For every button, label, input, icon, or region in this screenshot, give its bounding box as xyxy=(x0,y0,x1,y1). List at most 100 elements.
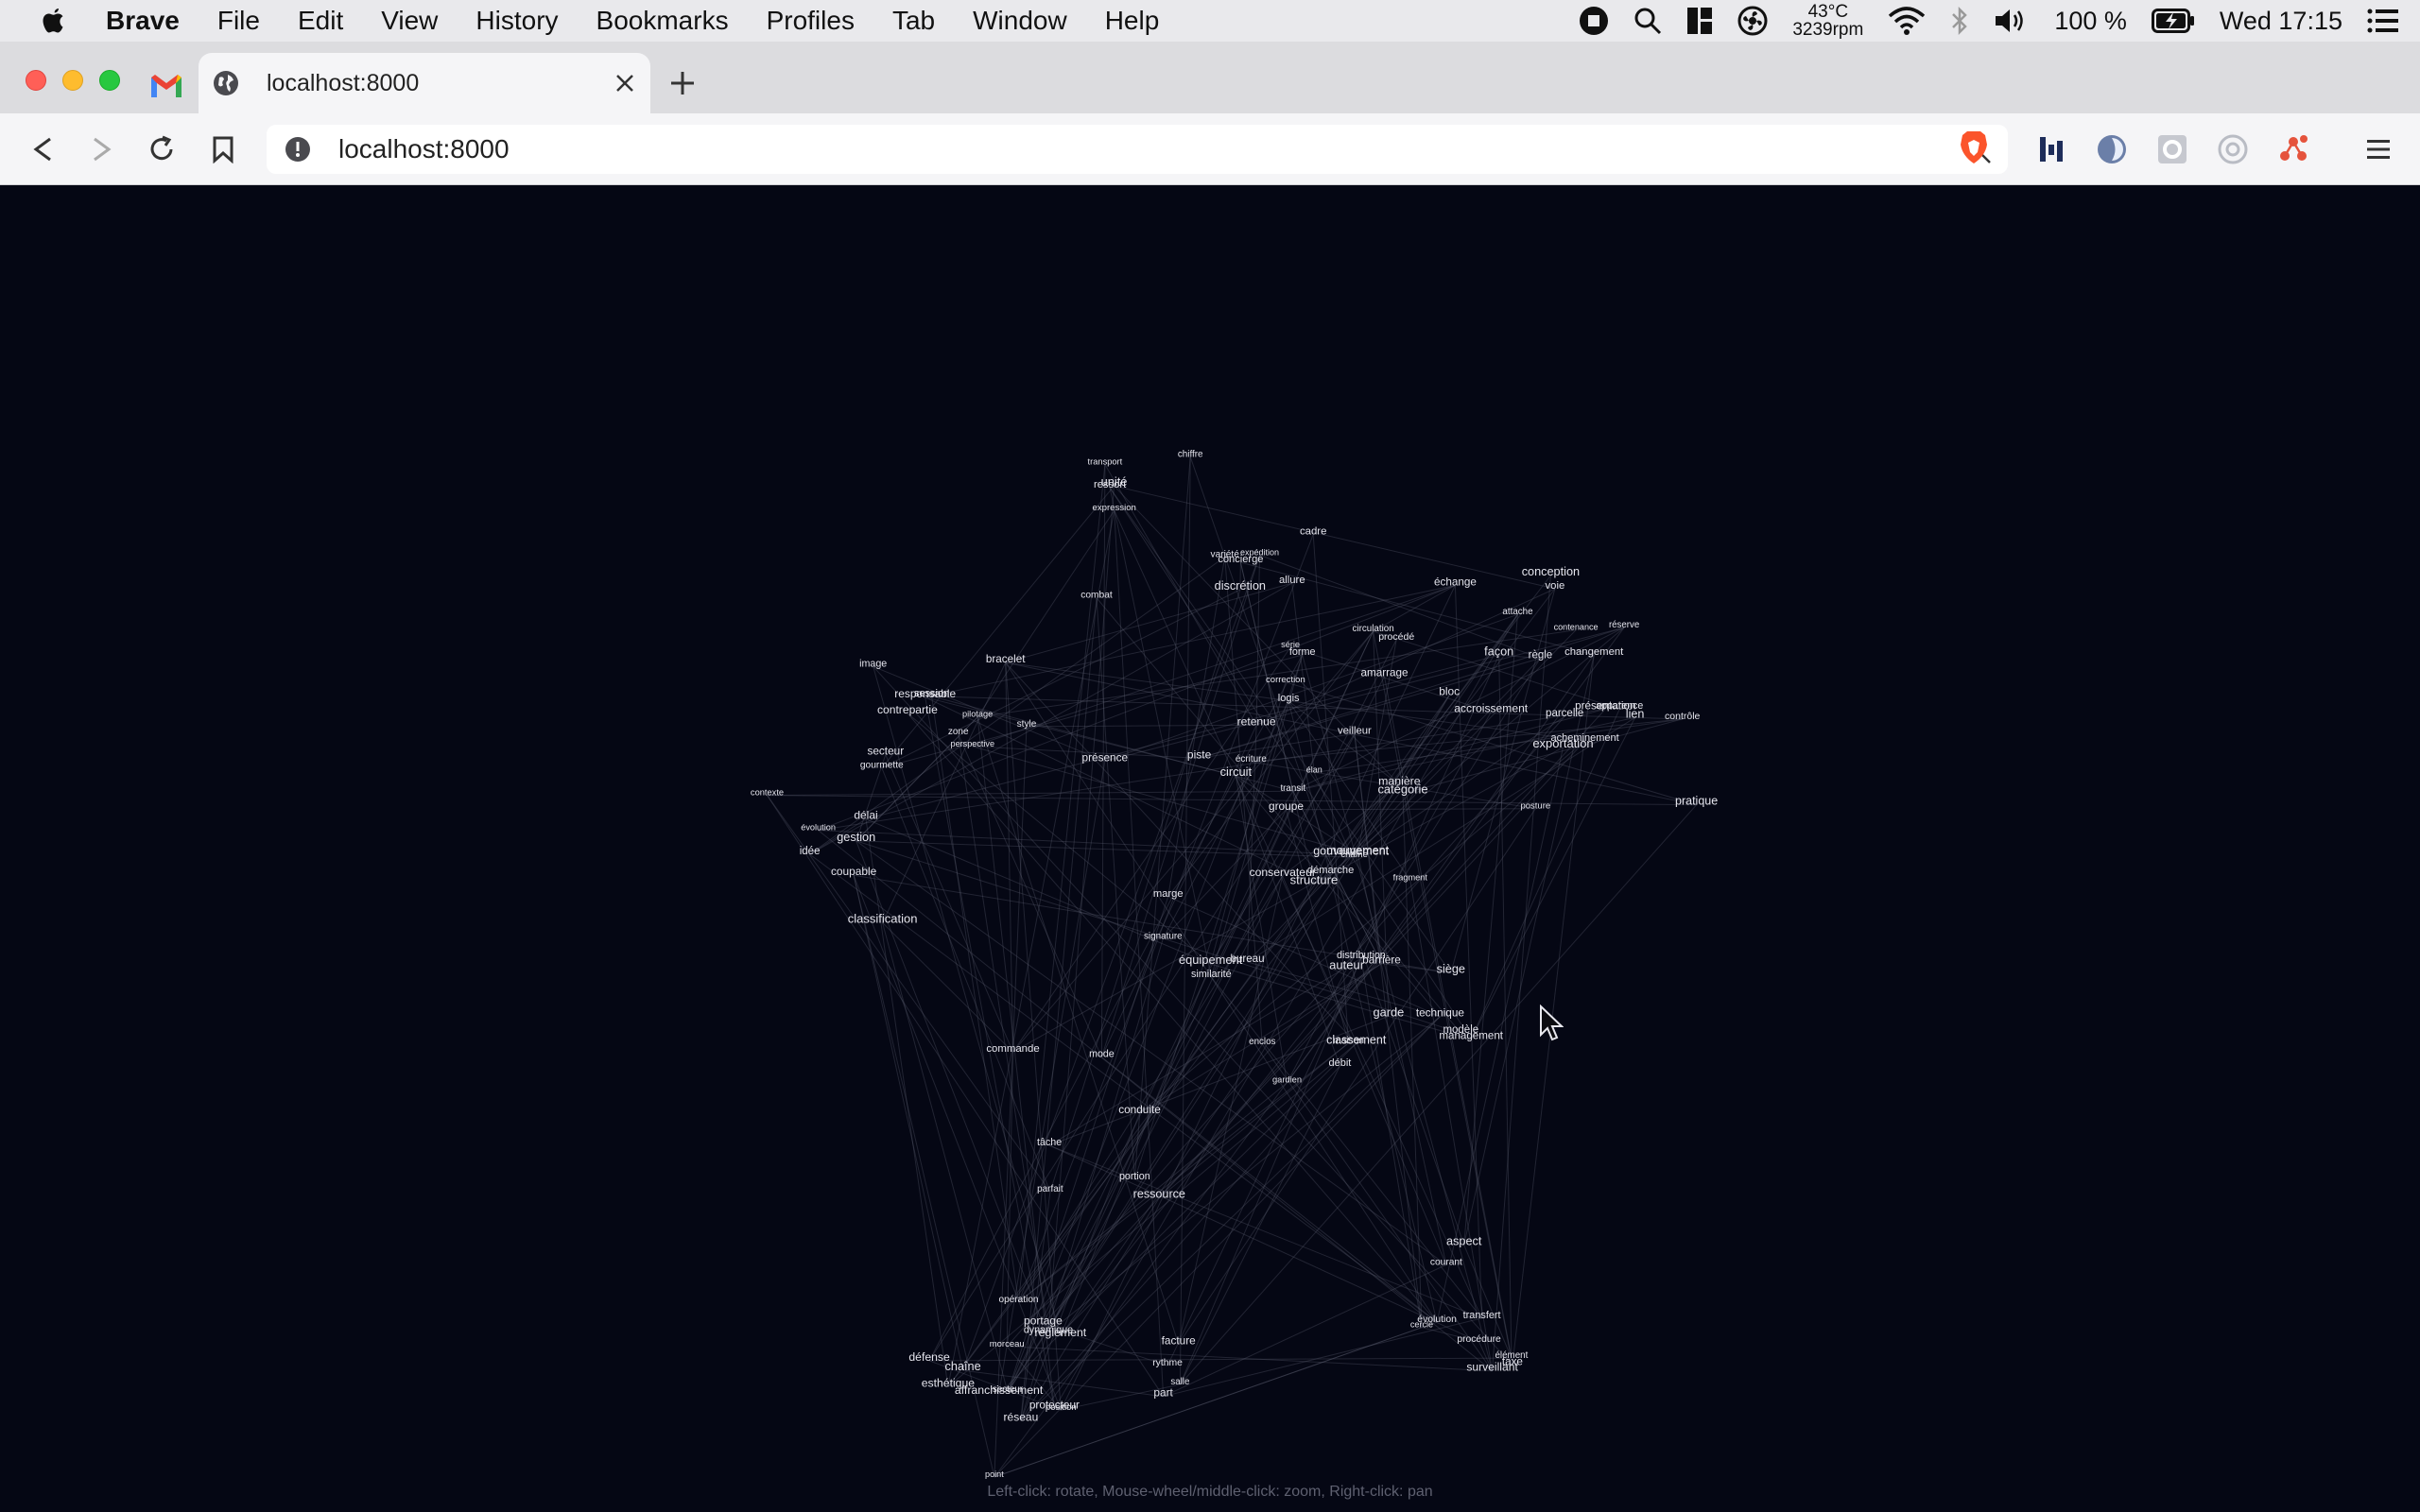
graph-node-label: cercle xyxy=(1410,1320,1433,1330)
graph-node-label: élan xyxy=(1306,765,1322,775)
graph-node-label: pilotage xyxy=(962,710,993,719)
graph-node-label: siège xyxy=(1437,963,1465,976)
graph-node-label: transport xyxy=(1088,457,1123,467)
back-button[interactable] xyxy=(24,130,61,168)
graph-edge xyxy=(1163,1317,1482,1398)
menu-file[interactable]: File xyxy=(217,6,260,36)
extension-wheel-icon[interactable] xyxy=(2214,130,2252,168)
address-bar[interactable]: localhost:8000 xyxy=(267,125,2008,174)
graph-edge xyxy=(1047,676,1385,1333)
status-area: 43°C 3239rpm 100 % Wed 17:15 xyxy=(1579,0,2399,42)
url-text[interactable]: localhost:8000 xyxy=(338,134,1961,164)
spotlight-search-icon[interactable] xyxy=(1634,7,1662,35)
graph-node-label: correction xyxy=(1266,675,1305,685)
graph-node-label: allure xyxy=(1279,575,1305,586)
graph-node-label: marge xyxy=(1153,888,1184,900)
apple-icon[interactable] xyxy=(40,5,68,37)
graph-node-label: parfait xyxy=(1037,1184,1063,1194)
fan-icon[interactable] xyxy=(1737,6,1768,36)
menu-edit[interactable]: Edit xyxy=(298,6,343,36)
wifi-icon[interactable] xyxy=(1888,7,1926,35)
graph-node-label: discrétion xyxy=(1215,579,1266,593)
graph-node-label: facture xyxy=(1162,1334,1197,1348)
graph-edge xyxy=(881,485,1115,768)
graph-nodes: combat logis piste règle contrôle pilotage ges… xyxy=(751,449,1718,1479)
graph-node-label: présence xyxy=(1082,751,1129,765)
menu-help[interactable]: Help xyxy=(1105,6,1160,36)
menu-tab[interactable]: Tab xyxy=(892,6,935,36)
battery-percent[interactable]: 100 % xyxy=(2054,7,2127,36)
graph-node-label: fragment xyxy=(1393,873,1428,883)
window-manager-icon[interactable] xyxy=(1686,7,1713,35)
graph-node-label: coupable xyxy=(831,865,877,878)
graph-node-label: catégorie xyxy=(1377,782,1427,797)
graph-node-label: cadre xyxy=(1300,526,1327,538)
graph-edge xyxy=(1261,1043,1494,1371)
graph-node-label: attache xyxy=(1502,607,1533,617)
menu-bookmarks[interactable]: Bookmarks xyxy=(596,6,729,36)
extension-bars-icon[interactable] xyxy=(2032,130,2070,168)
graph-node-label: lien xyxy=(1626,707,1645,720)
menu-app-name[interactable]: Brave xyxy=(106,6,180,36)
graph-node-label: protecteur xyxy=(1029,1399,1080,1412)
graph-node-label: chiffre xyxy=(1178,449,1203,459)
graph-node-label: point xyxy=(985,1469,1004,1479)
page-viewport[interactable]: combat logis piste règle contrôle pilotage ges… xyxy=(0,186,2420,1512)
graph-edge xyxy=(1286,808,1536,811)
forward-button[interactable] xyxy=(83,130,121,168)
graph-node-label: idée xyxy=(800,846,821,857)
window-minimize-button[interactable] xyxy=(62,70,83,91)
brave-shields-icon[interactable] xyxy=(1955,129,1993,166)
graph-node-label: voie xyxy=(1546,580,1565,592)
bluetooth-icon[interactable] xyxy=(1950,6,1969,36)
graph-edge xyxy=(1167,557,1226,897)
volume-icon[interactable] xyxy=(1994,7,2030,35)
graph-node-label: rythme xyxy=(1152,1358,1183,1368)
tab-localhost[interactable]: localhost:8000 xyxy=(199,53,650,113)
graph-node-label: pratique xyxy=(1675,795,1718,808)
site-info-icon[interactable] xyxy=(284,135,312,163)
graph-edge xyxy=(1114,485,1400,785)
menu-history[interactable]: History xyxy=(475,6,558,36)
graph-node-label: similarité xyxy=(1191,969,1232,980)
graph-edge xyxy=(809,582,1293,855)
controls-hint: Left-click: rotate, Mouse-wheel/middle-c… xyxy=(987,1484,1433,1500)
graph-node-label: série xyxy=(1281,640,1300,649)
menu-window[interactable]: Window xyxy=(973,6,1067,36)
graph-node-label: expression xyxy=(1092,503,1135,513)
graph-node-label: modèle xyxy=(1443,1024,1478,1036)
notification-center-icon[interactable] xyxy=(2367,9,2399,33)
window-close-button[interactable] xyxy=(26,70,46,91)
graph-edge xyxy=(1026,724,1257,728)
extension-gear-icon[interactable] xyxy=(2153,130,2191,168)
window-zoom-button[interactable] xyxy=(99,70,120,91)
graph-node-label: technique xyxy=(1416,1006,1465,1020)
extension-circle-icon[interactable] xyxy=(2093,130,2131,168)
stop-recording-icon[interactable] xyxy=(1579,6,1609,36)
graph-node-label: secteur xyxy=(867,745,904,758)
battery-charging-icon[interactable] xyxy=(2151,9,2195,33)
menu-view[interactable]: View xyxy=(381,6,438,36)
tab-close-icon[interactable] xyxy=(611,69,639,97)
graph-edges xyxy=(767,456,1697,1478)
browser-menu-icon[interactable] xyxy=(2360,130,2397,168)
sensor-readout[interactable]: 43°C 3239rpm xyxy=(1792,3,1863,39)
graph-node-label: enclos xyxy=(1249,1037,1275,1047)
gmail-icon[interactable] xyxy=(149,72,183,100)
graph-node-label: auteur xyxy=(1329,957,1365,971)
graph-node-label: commande xyxy=(986,1043,1039,1055)
extension-network-icon[interactable] xyxy=(2274,130,2312,168)
graph-node-label: unité xyxy=(1101,474,1128,489)
graph-node-label: courant xyxy=(1430,1257,1462,1267)
menu-profiles[interactable]: Profiles xyxy=(767,6,855,36)
graph-node-label: groupe xyxy=(1269,799,1304,813)
new-tab-button[interactable] xyxy=(666,66,700,100)
graph-node-label: part xyxy=(1153,1386,1173,1400)
word-graph-canvas[interactable]: combat logis piste règle contrôle pilotage ges… xyxy=(0,186,2420,1512)
graph-edge xyxy=(1357,853,1447,1265)
clock[interactable]: Wed 17:15 xyxy=(2220,7,2342,36)
graph-node-label: image xyxy=(859,658,887,669)
bookmark-button[interactable] xyxy=(204,130,242,168)
graph-node-label: ressource xyxy=(1133,1188,1185,1201)
reload-button[interactable] xyxy=(143,130,181,168)
